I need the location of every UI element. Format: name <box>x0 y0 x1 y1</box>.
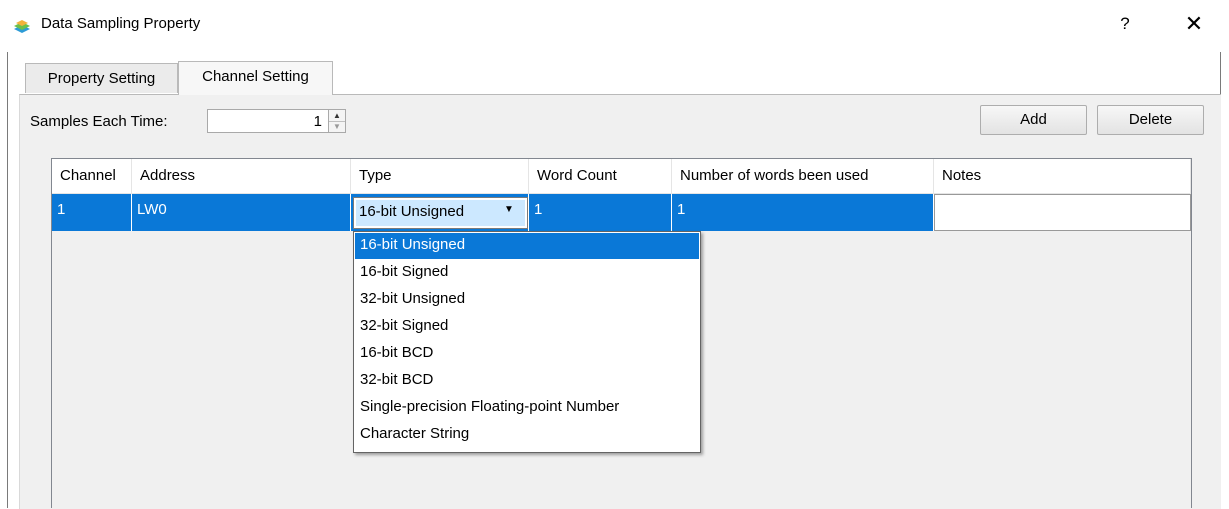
spin-down-icon[interactable]: ▼ <box>329 121 345 132</box>
dropdown-option-32-bit-bcd[interactable]: 32-bit BCD <box>355 368 699 394</box>
dropdown-option-16-bit-signed[interactable]: 16-bit Signed <box>355 260 699 286</box>
type-combobox[interactable]: 16-bit Unsigned ▼ <box>353 197 528 229</box>
delete-button[interactable]: Delete <box>1097 105 1204 135</box>
column-header-address[interactable]: Address <box>132 159 351 194</box>
dropdown-option-16-bit-unsigned[interactable]: 16-bit Unsigned <box>355 233 699 259</box>
chevron-down-icon[interactable]: ▼ <box>504 204 514 215</box>
dropdown-option-character-string[interactable]: Character String <box>355 422 699 448</box>
close-button[interactable]: ✕ <box>1181 11 1207 37</box>
app-icon <box>14 20 30 33</box>
type-combobox-value: 16-bit Unsigned <box>359 203 465 220</box>
column-header-notes[interactable]: Notes <box>934 159 1191 194</box>
cell-words-used[interactable]: 1 <box>672 194 934 231</box>
type-dropdown-list: 16-bit Unsigned 16-bit Signed 32-bit Uns… <box>353 231 701 453</box>
tab-property-setting[interactable]: Property Setting <box>25 63 178 93</box>
cell-address[interactable]: LW0 <box>132 194 351 231</box>
column-header-word-count[interactable]: Word Count <box>529 159 672 194</box>
samples-input[interactable]: 1 <box>207 109 329 133</box>
dropdown-option-single-precision-float[interactable]: Single-precision Floating-point Number <box>355 395 699 421</box>
dropdown-option-16-bit-bcd[interactable]: 16-bit BCD <box>355 341 699 367</box>
add-button[interactable]: Add <box>980 105 1087 135</box>
samples-label: Samples Each Time: <box>30 113 168 130</box>
column-header-channel[interactable]: Channel <box>52 159 132 194</box>
samples-spinner: ▲ ▼ <box>329 109 346 133</box>
dropdown-option-32-bit-signed[interactable]: 32-bit Signed <box>355 314 699 340</box>
title-bar: Data Sampling Property ? ✕ <box>0 0 1229 52</box>
tab-channel-setting[interactable]: Channel Setting <box>178 61 333 95</box>
help-button[interactable]: ? <box>1113 14 1137 34</box>
window-title: Data Sampling Property <box>41 15 201 32</box>
column-header-type[interactable]: Type <box>351 159 529 194</box>
samples-value: 1 <box>313 113 322 130</box>
dropdown-option-32-bit-unsigned[interactable]: 32-bit Unsigned <box>355 287 699 313</box>
column-header-words-used[interactable]: Number of words been used <box>672 159 934 194</box>
cell-channel[interactable]: 1 <box>52 194 132 231</box>
cell-notes[interactable] <box>934 194 1191 231</box>
cell-word-count[interactable]: 1 <box>529 194 672 231</box>
window-border-left <box>7 52 8 508</box>
